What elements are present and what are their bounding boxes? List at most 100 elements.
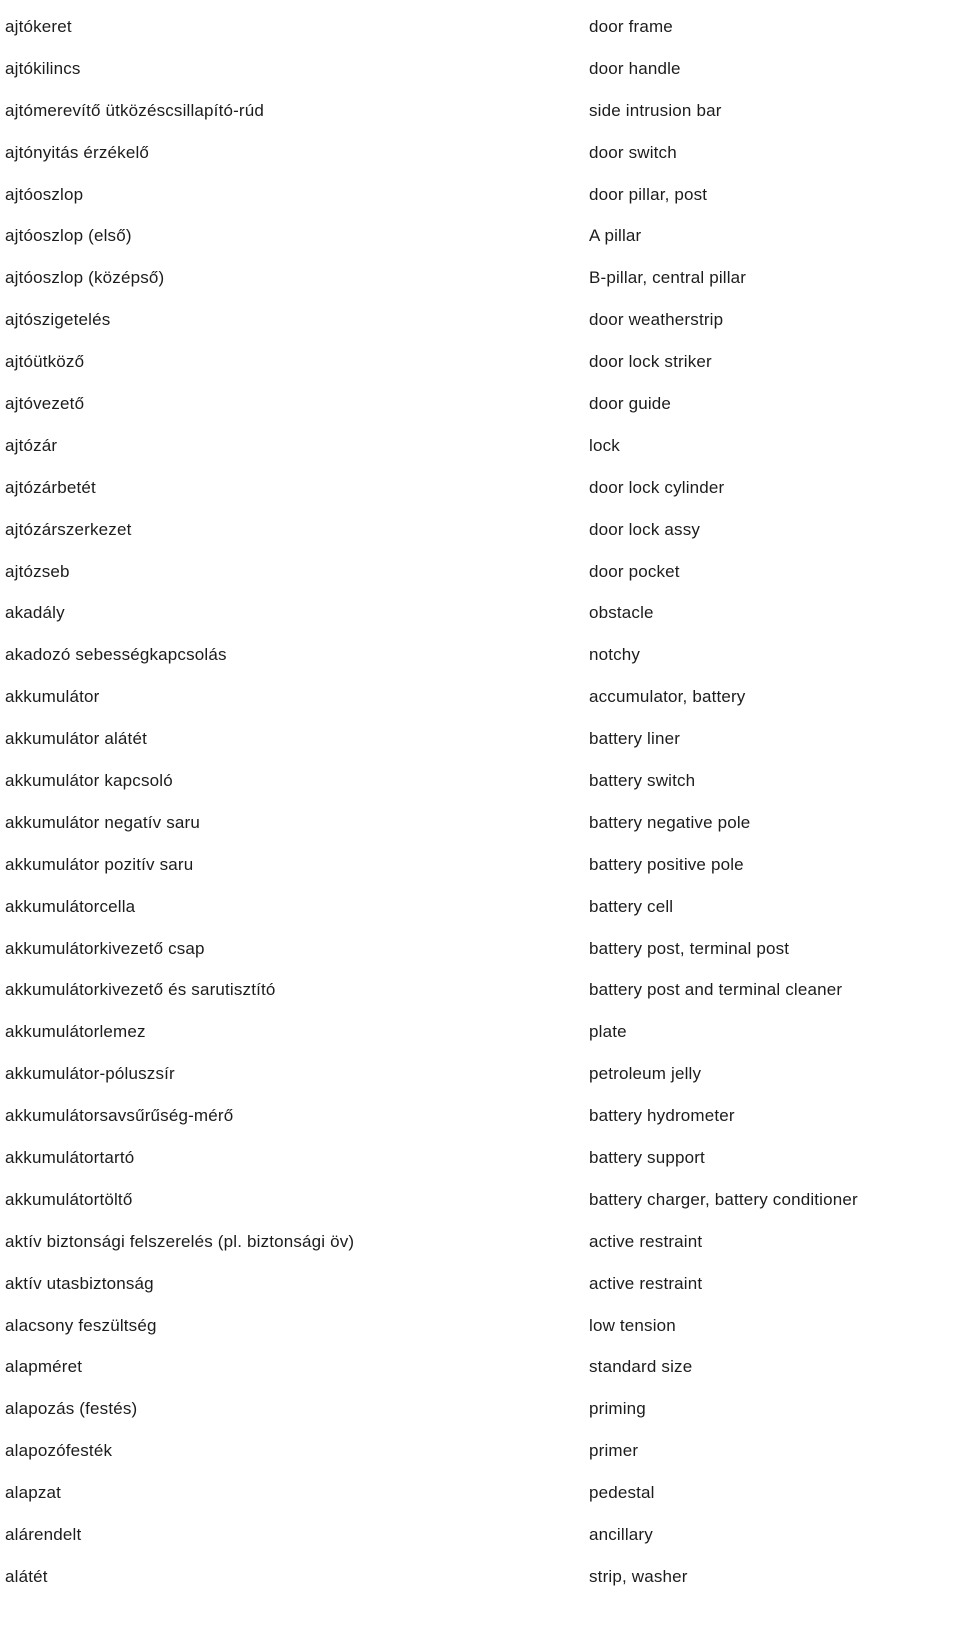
glossary-row: ajtóütköző door lock striker bbox=[0, 341, 960, 383]
glossary-term-source: alapozófesték bbox=[5, 1441, 113, 1461]
glossary-term-target: battery hydrometer bbox=[589, 1106, 735, 1126]
glossary-row: akkumulátorlemez plate bbox=[0, 1011, 960, 1053]
glossary-row: aktív biztonsági felszerelés (pl. bizton… bbox=[0, 1221, 960, 1263]
glossary-term-source: akkumulátor alátét bbox=[5, 729, 147, 749]
glossary-row: akkumulátortartó battery support bbox=[0, 1137, 960, 1179]
glossary-term-target: A pillar bbox=[589, 226, 642, 246]
glossary-row: akadály obstacle bbox=[0, 592, 960, 634]
glossary-row: akkumulátor negatív saru battery negative… bbox=[0, 802, 960, 844]
glossary-term-source: akkumulátortöltő bbox=[5, 1189, 133, 1209]
glossary-term-target: door lock assy bbox=[589, 519, 701, 539]
glossary-term-source: ajtózár bbox=[5, 435, 58, 455]
glossary-term-target: door pocket bbox=[589, 561, 680, 581]
glossary-row: akkumulátorcella battery cell bbox=[0, 886, 960, 928]
glossary-row: alapozás (festés) priming bbox=[0, 1388, 960, 1430]
glossary-row: ajtószigetelés door weatherstrip bbox=[0, 299, 960, 341]
glossary-row: ajtómerevítő ütközéscsillapító-rúd side i… bbox=[0, 90, 960, 132]
glossary-row: ajtónyitás érzékelő door switch bbox=[0, 132, 960, 174]
glossary-term-target: obstacle bbox=[589, 603, 654, 623]
glossary-term-target: accumulator, battery bbox=[589, 687, 746, 707]
glossary-term-source: ajtóoszlop (első) bbox=[5, 226, 132, 246]
glossary-term-source: akkumulátor kapcsoló bbox=[5, 770, 173, 790]
glossary-term-target: door frame bbox=[589, 16, 673, 36]
glossary-term-source: ajtómerevítő ütközéscsillapító-rúd bbox=[5, 100, 265, 120]
glossary-term-target: battery positive pole bbox=[589, 854, 744, 874]
glossary-row: akkumulátortöltő battery charger, battery… bbox=[0, 1179, 960, 1221]
glossary-row: alapzat pedestal bbox=[0, 1472, 960, 1514]
glossary-term-source: akkumulátorcella bbox=[5, 896, 136, 916]
glossary-term-target: battery switch bbox=[589, 770, 696, 790]
glossary-row: akkumulátorkivezető és sarutisztító batte… bbox=[0, 969, 960, 1011]
glossary-term-target: door guide bbox=[589, 393, 672, 413]
glossary-row: alárendelt ancillary bbox=[0, 1514, 960, 1556]
glossary-term-target: battery support bbox=[589, 1147, 705, 1167]
glossary-term-source: ajtószigetelés bbox=[5, 310, 111, 330]
glossary-term-target: door switch bbox=[589, 142, 677, 162]
glossary-term-target: low tension bbox=[589, 1315, 676, 1335]
glossary-term-target: B-pillar, central pillar bbox=[589, 268, 747, 288]
glossary-term-target: battery charger, battery conditioner bbox=[589, 1189, 858, 1209]
glossary-term-target: battery liner bbox=[589, 729, 681, 749]
glossary-term-source: aktív utasbiztonság bbox=[5, 1273, 154, 1293]
glossary-term-target: active restraint bbox=[589, 1231, 703, 1251]
glossary-term-source: ajtónyitás érzékelő bbox=[5, 142, 150, 162]
glossary-term-source: ajtózárszerkezet bbox=[5, 519, 132, 539]
glossary-term-source: akkumulátor negatív saru bbox=[5, 812, 200, 832]
glossary-term-source: alárendelt bbox=[5, 1525, 82, 1544]
glossary-row: ajtóoszlop (középső) B-pillar, central pi… bbox=[0, 257, 960, 299]
glossary-term-target: notchy bbox=[589, 645, 641, 665]
glossary-row: alapméret standard size bbox=[0, 1347, 960, 1389]
glossary-term-target: door lock cylinder bbox=[589, 477, 725, 497]
glossary-row: ajtókilincs door handle bbox=[0, 48, 960, 90]
glossary-term-source: akkumulátor-póluszsír bbox=[5, 1064, 175, 1084]
glossary-row: ajtóoszlop door pillar, post bbox=[0, 174, 960, 216]
glossary-term-source: akadozó sebességkapcsolás bbox=[5, 645, 227, 665]
glossary-term-target: ancillary bbox=[589, 1525, 653, 1544]
glossary-row: alacsony feszültség low tension bbox=[0, 1305, 960, 1347]
glossary-term-source: ajtóvezető bbox=[5, 393, 85, 413]
glossary-row: ajtóvezető door guide bbox=[0, 383, 960, 425]
glossary-term-source: alacsony feszültség bbox=[5, 1315, 157, 1335]
glossary-row: alátét strip, washer bbox=[0, 1556, 960, 1598]
glossary-term-target: standard size bbox=[589, 1357, 693, 1377]
glossary-term-target: priming bbox=[589, 1399, 646, 1419]
glossary-term-target: primer bbox=[589, 1441, 639, 1461]
glossary-term-source: alátét bbox=[5, 1566, 48, 1586]
glossary-row: alapozófesték primer bbox=[0, 1430, 960, 1472]
glossary-term-source: ajtóütköző bbox=[5, 352, 85, 372]
glossary-term-target: door weatherstrip bbox=[589, 310, 724, 330]
glossary-term-source: ajtóoszlop (középső) bbox=[5, 268, 165, 288]
glossary-term-source: ajtókilincs bbox=[5, 58, 81, 78]
glossary-row: akkumulátor accumulator, battery bbox=[0, 676, 960, 718]
glossary-page: ajtókeret door frame ajtókilincs door handl… bbox=[0, 0, 960, 1626]
glossary-term-source: akkumulátorsavsűrűség-mérő bbox=[5, 1106, 234, 1126]
glossary-term-source: ajtóoszlop bbox=[5, 184, 84, 204]
glossary-term-target: battery negative pole bbox=[589, 812, 751, 832]
glossary-term-target: battery post and terminal cleaner bbox=[589, 980, 843, 1000]
glossary-row: akkumulátorsavsűrűség-mérő battery hydrom… bbox=[0, 1095, 960, 1137]
glossary-term-target: pedestal bbox=[589, 1483, 655, 1503]
glossary-term-source: akkumulátortartó bbox=[5, 1147, 135, 1167]
glossary-term-source: akkumulátor bbox=[5, 687, 100, 707]
glossary-term-source: ajtókeret bbox=[5, 16, 72, 36]
glossary-term-target: battery cell bbox=[589, 896, 674, 916]
glossary-term-target: battery post, terminal post bbox=[589, 938, 790, 958]
glossary-table: ajtókeret door frame ajtókilincs door handl… bbox=[0, 6, 960, 1598]
glossary-term-target: door pillar, post bbox=[589, 184, 708, 204]
glossary-row: ajtóoszlop (első) A pillar bbox=[0, 215, 960, 257]
glossary-term-source: akkumulátorlemez bbox=[5, 1022, 146, 1042]
glossary-row: akadozó sebességkapcsolás notchy bbox=[0, 634, 960, 676]
glossary-term-source: akkumulátorkivezető és sarutisztító bbox=[5, 980, 276, 1000]
glossary-term-target: lock bbox=[589, 435, 620, 455]
glossary-term-source: alapozás (festés) bbox=[5, 1399, 138, 1419]
glossary-row: ajtózár lock bbox=[0, 425, 960, 467]
glossary-term-source: alapzat bbox=[5, 1483, 62, 1503]
glossary-row: akkumulátor-póluszsír petroleum jelly bbox=[0, 1053, 960, 1095]
glossary-row: ajtókeret door frame bbox=[0, 6, 960, 48]
glossary-term-target: door lock striker bbox=[589, 352, 712, 372]
glossary-term-target: petroleum jelly bbox=[589, 1064, 702, 1084]
glossary-term-source: alapméret bbox=[5, 1357, 83, 1377]
glossary-row: aktív utasbiztonság active restraint bbox=[0, 1263, 960, 1305]
glossary-term-target: plate bbox=[589, 1022, 627, 1042]
glossary-term-target: active restraint bbox=[589, 1273, 703, 1293]
